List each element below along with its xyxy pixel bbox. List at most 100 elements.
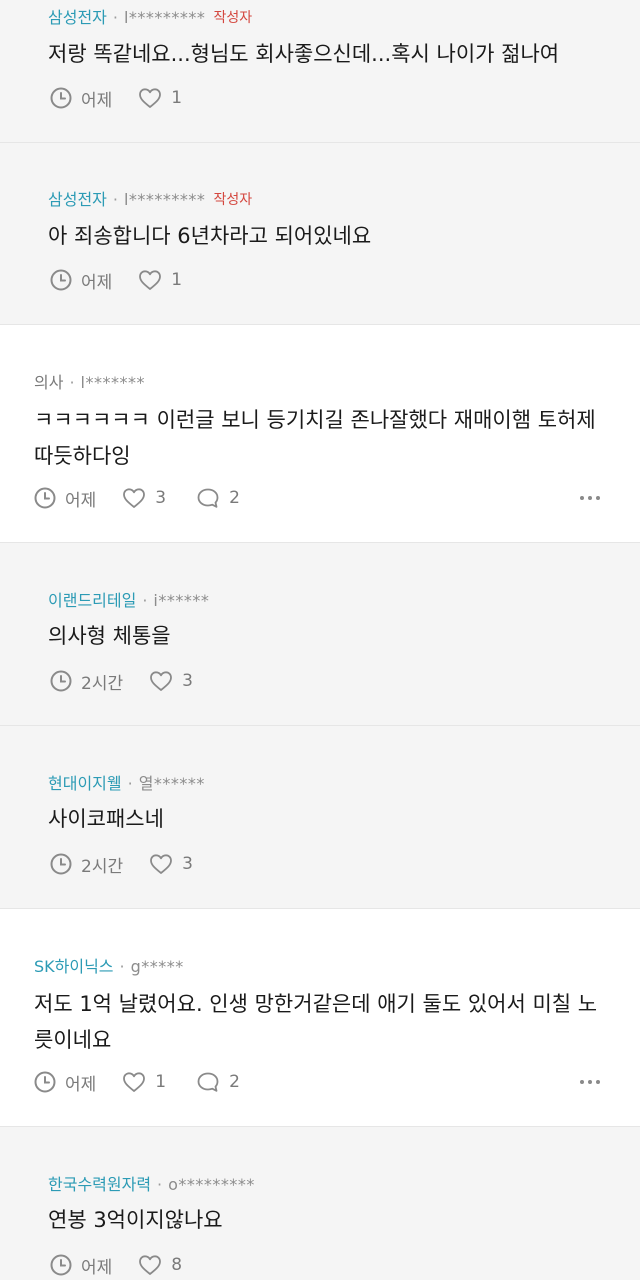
time-stamp: 2시간 — [50, 669, 123, 694]
user-id: i****** — [153, 591, 210, 610]
comment-actions: 2시간 3 — [50, 851, 193, 877]
user-id: 열****** — [138, 774, 205, 793]
user-id: l********* — [123, 190, 206, 209]
more-dots-icon[interactable] — [580, 1079, 600, 1085]
time-label: 어제 — [81, 272, 113, 293]
reply-count: 2 — [229, 1072, 240, 1092]
time-label: 2시간 — [81, 673, 124, 694]
time-stamp: 어제 — [34, 486, 96, 511]
clock-icon — [50, 1254, 72, 1276]
heart-icon — [150, 671, 173, 691]
like-button[interactable]: 3 — [149, 853, 193, 875]
comment-item: 삼성전자 · l********* 작성자 저랑 똑같네요...형님도 회사좋으… — [0, 0, 640, 143]
like-count: 1 — [155, 1072, 167, 1092]
like-button[interactable]: 1 — [122, 1071, 166, 1093]
reply-button[interactable]: 2 — [196, 487, 240, 509]
comment-item: 한국수력원자력 · o********* 연봉 3억이지않나요 어제 8 — [0, 1127, 640, 1280]
heart-icon — [139, 1255, 162, 1275]
comment-text: 의사형 체통을 — [48, 624, 171, 648]
like-count: 3 — [155, 488, 167, 508]
separator-dot: · — [69, 373, 75, 392]
like-button[interactable]: 3 — [149, 670, 193, 692]
separator-dot: · — [142, 591, 148, 610]
heart-icon — [123, 488, 146, 508]
clock-icon — [34, 1071, 56, 1093]
like-button[interactable]: 1 — [138, 269, 182, 291]
comment-meta: SK하이닉스 · g***** — [34, 957, 184, 977]
like-button[interactable]: 3 — [122, 487, 166, 509]
company-name[interactable]: 의사 — [34, 373, 63, 393]
comment-meta: 이랜드리테일 · i****** — [48, 591, 209, 611]
author-badge: 작성자 — [213, 10, 253, 26]
heart-icon — [150, 854, 173, 874]
user-id: l********* — [123, 8, 206, 27]
like-count: 8 — [171, 1255, 183, 1275]
clock-icon — [50, 853, 72, 875]
clock-icon — [50, 670, 72, 692]
comment-actions: 2시간 3 — [50, 668, 193, 694]
clock-icon — [50, 269, 72, 291]
clock-icon — [34, 487, 56, 509]
time-label: 어제 — [65, 1074, 97, 1095]
comment-actions: 어제 1 2 — [34, 1069, 240, 1095]
like-button[interactable]: 8 — [138, 1254, 182, 1276]
comment-item: SK하이닉스 · g***** 저도 1억 날렸어요. 인생 망한거같은데 애기… — [0, 909, 640, 1127]
comment-actions: 어제 3 2 — [34, 485, 240, 511]
heart-icon — [139, 270, 162, 290]
time-stamp: 어제 — [50, 268, 112, 293]
like-button[interactable]: 1 — [138, 87, 182, 109]
comment-meta: 삼성전자 · l********* 작성자 — [48, 8, 252, 28]
comment-actions: 어제 1 — [50, 85, 182, 111]
company-name[interactable]: SK하이닉스 — [34, 957, 114, 977]
clock-icon — [50, 87, 72, 109]
like-count: 1 — [171, 88, 183, 108]
user-id: g***** — [130, 957, 184, 976]
time-stamp: 2시간 — [50, 852, 123, 877]
time-stamp: 어제 — [34, 1070, 96, 1095]
heart-icon — [123, 1072, 146, 1092]
separator-dot: · — [119, 957, 125, 976]
comment-text: 사이코패스네 — [48, 807, 164, 831]
like-count: 3 — [182, 854, 193, 874]
comment-meta: 의사 · l******* — [34, 373, 145, 393]
separator-dot: · — [127, 774, 133, 793]
comment-item: 의사 · l******* ㅋㅋㅋㅋㅋㅋ 이런글 보니 등기치길 존나잘했다 재… — [0, 325, 640, 543]
reply-button[interactable]: 2 — [196, 1071, 240, 1093]
like-count: 3 — [182, 671, 193, 691]
time-label: 2시간 — [81, 856, 124, 877]
comment-feed: 삼성전자 · l********* 작성자 저랑 똑같네요...형님도 회사좋으… — [0, 0, 640, 1280]
company-name[interactable]: 현대이지웰 — [48, 774, 122, 794]
separator-dot: · — [112, 190, 118, 209]
company-name[interactable]: 삼성전자 — [48, 190, 107, 210]
comment-item: 이랜드리테일 · i****** 의사형 체통을 2시간 3 — [0, 543, 640, 726]
speech-bubble-icon — [197, 1072, 219, 1092]
comment-item: 삼성전자 · l********* 작성자 아 죄송합니다 6년차라고 되어있네… — [0, 143, 640, 325]
user-id: o********* — [168, 1175, 255, 1194]
author-badge: 작성자 — [213, 192, 253, 208]
separator-dot: · — [157, 1175, 163, 1194]
comment-meta: 삼성전자 · l********* 작성자 — [48, 190, 252, 210]
more-dots-icon[interactable] — [580, 495, 600, 501]
company-name[interactable]: 삼성전자 — [48, 8, 107, 28]
time-label: 어제 — [81, 1257, 113, 1278]
time-stamp: 어제 — [50, 1253, 112, 1278]
speech-bubble-icon — [197, 488, 219, 508]
comment-text: 연봉 3억이지않나요 — [48, 1208, 223, 1232]
heart-icon — [139, 88, 162, 108]
separator-dot: · — [112, 8, 118, 27]
comment-actions: 어제 8 — [50, 1252, 182, 1278]
time-label: 어제 — [65, 490, 97, 511]
comment-actions: 어제 1 — [50, 267, 182, 293]
like-count: 1 — [171, 270, 183, 290]
comment-meta: 현대이지웰 · 열****** — [48, 774, 205, 794]
time-stamp: 어제 — [50, 86, 112, 111]
user-id: l******* — [80, 373, 145, 392]
reply-count: 2 — [229, 488, 240, 508]
company-name[interactable]: 한국수력원자력 — [48, 1175, 151, 1195]
comment-text: ㅋㅋㅋㅋㅋㅋ 이런글 보니 등기치길 존나잘했다 재매이햄 토허제 따듯하다잉 — [34, 408, 596, 468]
comment-item: 현대이지웰 · 열****** 사이코패스네 2시간 3 — [0, 726, 640, 909]
comment-text: 저랑 똑같네요...형님도 회사좋으신데...혹시 나이가 젊나여 — [48, 42, 560, 66]
comment-text: 저도 1억 날렸어요. 인생 망한거같은데 애기 둘도 있어서 미칠 노 릇이네… — [34, 992, 598, 1052]
comment-text: 아 죄송합니다 6년차라고 되어있네요 — [48, 224, 372, 248]
company-name[interactable]: 이랜드리테일 — [48, 591, 136, 611]
